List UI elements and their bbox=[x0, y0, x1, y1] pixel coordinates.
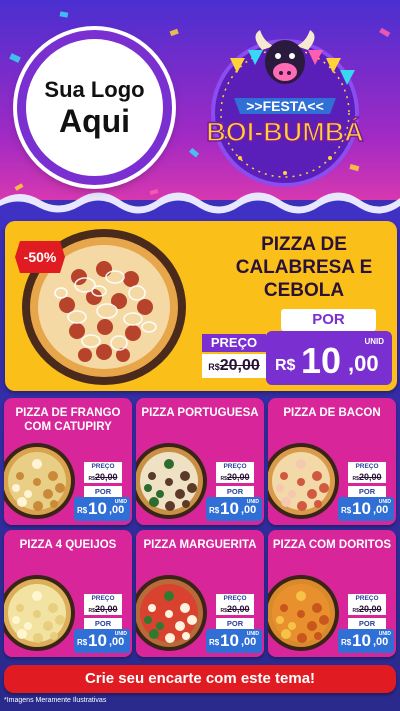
logo-text-line1: Sua Logo bbox=[44, 76, 145, 102]
old-price: R$20,00 bbox=[84, 471, 122, 483]
queijos-pizza-image bbox=[4, 575, 75, 651]
frango-pizza-image bbox=[4, 443, 75, 519]
discount-badge: -50% bbox=[15, 241, 65, 273]
product-title: PIZZA DE BACON bbox=[283, 407, 381, 419]
new-price-label: POR bbox=[216, 618, 254, 629]
new-price-cents: ,00 bbox=[373, 636, 389, 648]
new-price-label: POR bbox=[348, 618, 386, 629]
festa-subtitle: BOI-BUMBÁ bbox=[206, 116, 363, 147]
create-flyer-button[interactable]: Crie seu encarte com este tema! bbox=[4, 665, 396, 693]
unit-label: UNID bbox=[364, 337, 384, 346]
new-price: UNID R$ 10,00 bbox=[74, 629, 130, 653]
new-price-amount: 10 bbox=[352, 631, 371, 650]
festa-title: >>FESTA<< bbox=[246, 98, 324, 114]
new-price-currency: R$ bbox=[77, 506, 88, 515]
old-price-amount: 20,00 bbox=[94, 604, 118, 614]
featured-product-title: PIZZA DE CALABRESA E CEBOLA bbox=[235, 234, 373, 301]
new-price-amount: 10 bbox=[88, 631, 107, 650]
old-price-currency: R$ bbox=[208, 362, 220, 372]
old-price: R$20,00 bbox=[348, 471, 386, 483]
old-price-amount: 20,00 bbox=[226, 604, 250, 614]
new-price-cents: ,00 bbox=[348, 351, 379, 376]
new-price-cents: ,00 bbox=[241, 636, 257, 648]
old-price-label: PREÇO bbox=[202, 334, 266, 352]
old-price-label: PREÇO bbox=[84, 462, 122, 471]
old-price-amount: 20,00 bbox=[358, 604, 382, 614]
old-price-label: PREÇO bbox=[84, 594, 122, 603]
new-price: UNID R$ 10 ,00 bbox=[266, 331, 392, 385]
product-title: PIZZA MARGUERITA bbox=[143, 539, 257, 551]
old-price: R$20,00 bbox=[348, 603, 386, 615]
old-price-label: PREÇO bbox=[216, 462, 254, 471]
product-title: PIZZA PORTUGUESA bbox=[141, 407, 259, 419]
new-price: UNID R$ 10,00 bbox=[206, 497, 262, 521]
old-price: R$20,00 bbox=[84, 603, 122, 615]
bacon-pizza-image bbox=[268, 443, 339, 519]
new-price-amount: 10 bbox=[352, 499, 371, 518]
old-price-amount: 20,00 bbox=[219, 357, 260, 374]
new-price-currency: R$ bbox=[209, 638, 220, 647]
logo-text-line2: Aqui bbox=[58, 102, 131, 139]
disclaimer-text: *Imagens Meramente Ilustrativas bbox=[4, 697, 107, 704]
old-price-label: PREÇO bbox=[216, 594, 254, 603]
product-title: PIZZA 4 QUEIJOS bbox=[19, 539, 117, 551]
new-price-amount: 10 bbox=[88, 499, 107, 518]
product-title: PIZZA DE FRANGO COM CATUPIRY bbox=[15, 407, 121, 433]
new-price-label: POR bbox=[84, 618, 122, 629]
doritos-pizza-image bbox=[268, 575, 339, 651]
new-price-cents: ,00 bbox=[373, 504, 389, 516]
new-price-currency: R$ bbox=[341, 638, 352, 647]
new-price-label: POR bbox=[216, 486, 254, 497]
new-price: UNID R$ 10,00 bbox=[206, 629, 262, 653]
logo-placeholder: Sua Logo Aqui bbox=[17, 30, 172, 185]
new-price-currency: R$ bbox=[77, 638, 88, 647]
new-price-amount: 10 bbox=[220, 499, 239, 518]
new-price-amount: 10 bbox=[301, 340, 342, 381]
old-price: R$20,00 bbox=[216, 471, 254, 483]
product-card[interactable]: PIZZA PORTUGUESA PREÇO R$20,00 POR UNID R$ 10,… bbox=[136, 398, 264, 525]
product-title: PIZZA COM DORITOS bbox=[272, 539, 392, 551]
old-price-amount: 20,00 bbox=[94, 472, 118, 482]
product-card[interactable]: PIZZA COM DORITOS PREÇO R$20,00 POR UNID R$ 10… bbox=[268, 530, 396, 657]
product-card[interactable]: PIZZA 4 QUEIJOS PREÇO R$20,00 POR UNID R$ 10,0… bbox=[4, 530, 132, 657]
new-price-label: POR bbox=[84, 486, 122, 497]
new-price-currency: R$ bbox=[209, 506, 220, 515]
new-price: UNID R$ 10,00 bbox=[338, 497, 394, 521]
new-price-cents: ,00 bbox=[109, 504, 125, 516]
festa-boi-bumba-emblem: >>FESTA<< BOI-BUMBÁ bbox=[206, 30, 364, 187]
old-price-amount: 20,00 bbox=[358, 472, 382, 482]
old-price: R$20,00 bbox=[216, 603, 254, 615]
old-price-label: PREÇO bbox=[348, 462, 386, 471]
marguerita-pizza-image bbox=[136, 575, 207, 651]
featured-offer-card[interactable]: -50% PIZZA DE CALABRESA E CEBOLA PREÇO R… bbox=[5, 221, 397, 391]
product-card[interactable]: PIZZA DE BACON PREÇO R$20,00 POR UNID R$ 10,00 bbox=[268, 398, 396, 525]
new-price-label: POR bbox=[348, 486, 386, 497]
product-card[interactable]: PIZZA DE FRANGO COM CATUPIRY PREÇO R$20,00… bbox=[4, 398, 132, 525]
portuguesa-pizza-image bbox=[136, 443, 207, 519]
new-price-currency: R$ bbox=[341, 506, 352, 515]
new-price-cents: ,00 bbox=[109, 636, 125, 648]
old-price-amount: 20,00 bbox=[226, 472, 250, 482]
old-price: R$20,00 bbox=[202, 354, 266, 378]
new-price: UNID R$ 10,00 bbox=[74, 497, 130, 521]
new-price-amount: 10 bbox=[220, 631, 239, 650]
new-price-label: POR bbox=[281, 309, 376, 331]
new-price: UNID R$ 10,00 bbox=[338, 629, 394, 653]
old-price-label: PREÇO bbox=[348, 594, 386, 603]
new-price-cents: ,00 bbox=[241, 504, 257, 516]
product-card[interactable]: PIZZA MARGUERITA PREÇO R$20,00 POR UNID R$ 10,… bbox=[136, 530, 264, 657]
new-price-currency: R$ bbox=[275, 357, 296, 374]
